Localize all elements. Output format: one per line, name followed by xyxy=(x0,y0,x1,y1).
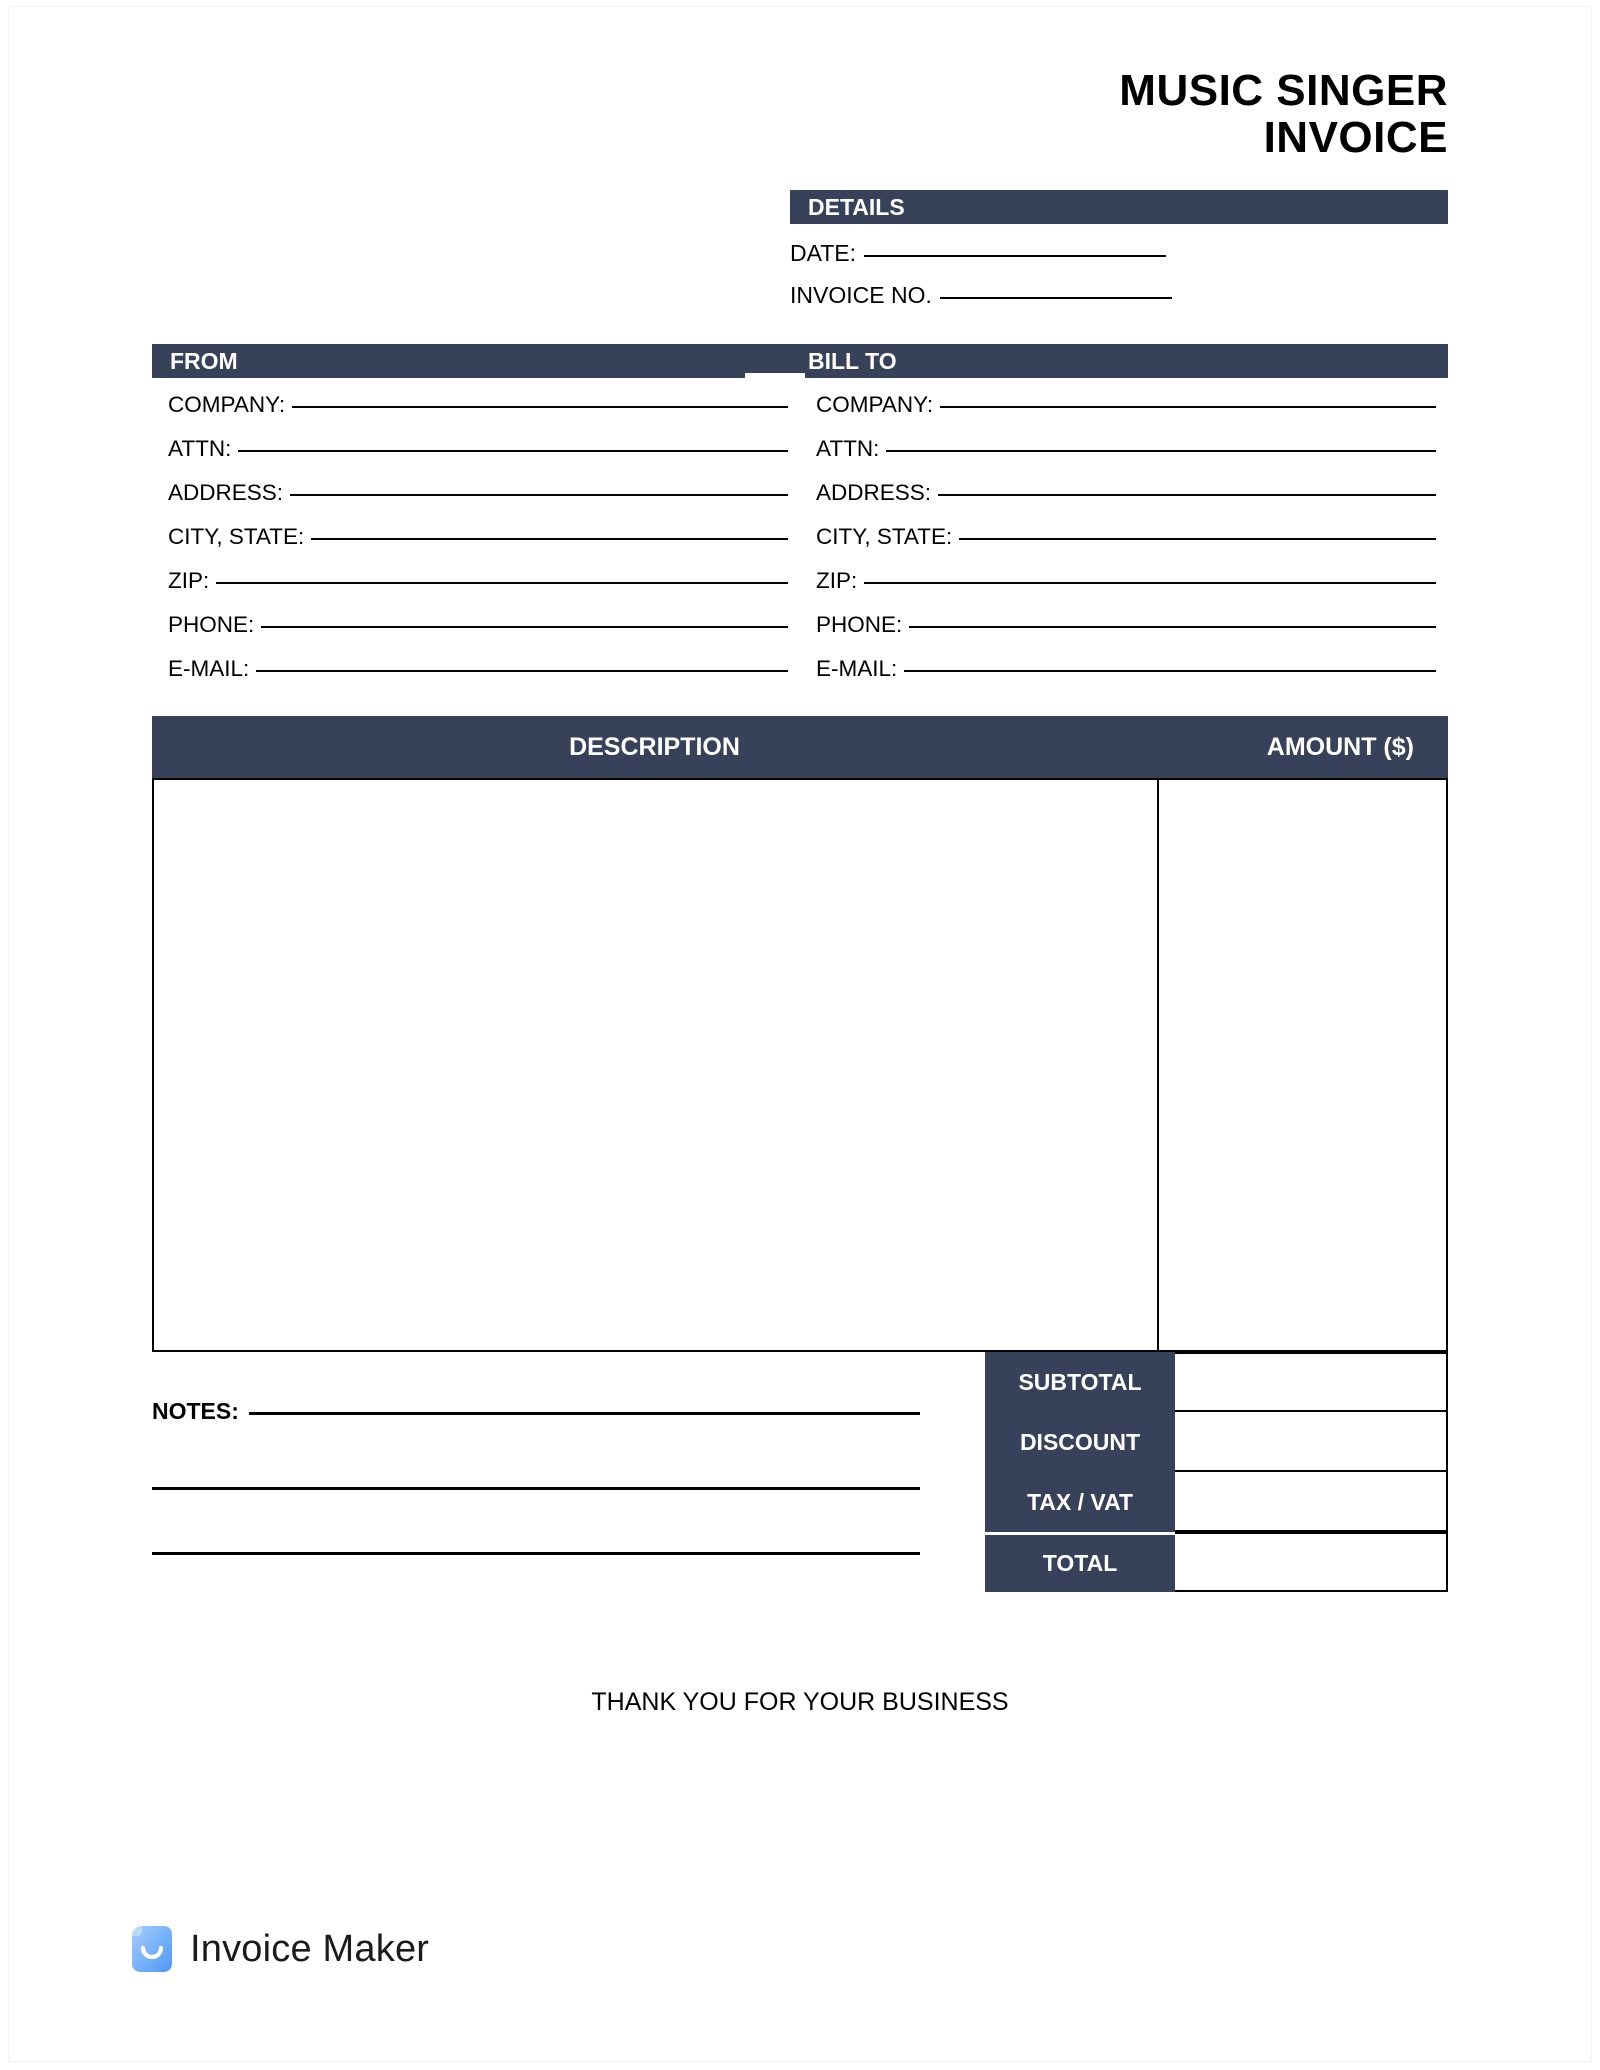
bill-to-attn-label: ATTN: xyxy=(816,436,880,461)
from-header: FROM xyxy=(152,344,790,378)
from-address-row: ADDRESS: xyxy=(168,480,788,524)
bill-to-address-label: ADDRESS: xyxy=(816,480,932,505)
subtotal-row: SUBTOTAL xyxy=(985,1352,1448,1412)
items-table-header: DESCRIPTION AMOUNT ($) xyxy=(152,716,1448,778)
subtotal-value[interactable] xyxy=(1175,1352,1448,1412)
notes-input-line-3[interactable] xyxy=(152,1552,920,1555)
bill-to-phone-input[interactable] xyxy=(909,626,1436,628)
notes-input-line-1[interactable] xyxy=(248,1412,920,1415)
title-line-1: MUSIC SINGER xyxy=(1119,66,1448,115)
items-table-body[interactable] xyxy=(152,778,1448,1352)
from-city-state-row: CITY, STATE: xyxy=(168,524,788,568)
bill-to-zip-row: ZIP: xyxy=(816,568,1436,612)
from-phone-input[interactable] xyxy=(261,626,788,628)
bill-to-city-state-row: CITY, STATE: xyxy=(816,524,1436,568)
bill-to-header: BILL TO xyxy=(790,344,1448,378)
date-label: DATE: xyxy=(790,240,857,266)
from-fields: COMPANY: ATTN: ADDRESS: CITY, STATE: ZIP… xyxy=(168,392,788,700)
invoice-no-field-row: INVOICE NO. xyxy=(790,282,1172,309)
bill-to-email-input[interactable] xyxy=(904,670,1436,672)
tax-vat-value[interactable] xyxy=(1175,1472,1448,1532)
tax-vat-label: TAX / VAT xyxy=(985,1472,1175,1532)
items-column-divider xyxy=(1157,780,1159,1350)
brand-footer: Invoice Maker xyxy=(130,1925,429,1973)
bill-to-email-label: E-MAIL: xyxy=(816,656,898,681)
from-company-input[interactable] xyxy=(292,406,788,408)
from-email-row: E-MAIL: xyxy=(168,656,788,700)
bill-to-city-state-label: CITY, STATE: xyxy=(816,524,953,549)
total-label: TOTAL xyxy=(985,1532,1175,1592)
bill-to-email-row: E-MAIL: xyxy=(816,656,1436,700)
bill-to-attn-input[interactable] xyxy=(886,450,1436,452)
from-zip-row: ZIP: xyxy=(168,568,788,612)
bill-to-zip-label: ZIP: xyxy=(816,568,858,593)
from-address-input[interactable] xyxy=(290,494,788,496)
from-header-label: FROM xyxy=(170,347,238,374)
from-attn-input[interactable] xyxy=(238,450,788,452)
notes-input-line-2[interactable] xyxy=(152,1487,920,1490)
from-email-input[interactable] xyxy=(256,670,788,672)
totals-table: SUBTOTAL DISCOUNT TAX / VAT TOTAL xyxy=(985,1352,1448,1592)
details-header-label: DETAILS xyxy=(808,193,905,220)
from-attn-label: ATTN: xyxy=(168,436,232,461)
bill-to-zip-input[interactable] xyxy=(864,582,1436,584)
bill-to-company-input[interactable] xyxy=(940,406,1436,408)
title-line-2: INVOICE xyxy=(1263,112,1448,162)
from-zip-label: ZIP: xyxy=(168,568,210,593)
bill-to-phone-label: PHONE: xyxy=(816,612,903,637)
from-city-state-input[interactable] xyxy=(311,538,788,540)
page-title: MUSIC SINGER INVOICE xyxy=(548,66,1448,162)
thank-you-message: THANK YOU FOR YOUR BUSINESS xyxy=(591,1688,1009,1716)
total-value[interactable] xyxy=(1175,1532,1448,1592)
bill-to-company-row: COMPANY: xyxy=(816,392,1436,436)
notes-header-row: NOTES: xyxy=(152,1398,920,1425)
from-email-label: E-MAIL: xyxy=(168,656,250,681)
header-bar-notch xyxy=(745,373,805,380)
brand-name: Invoice Maker xyxy=(190,1927,430,1970)
bill-to-city-state-input[interactable] xyxy=(959,538,1436,540)
bill-to-phone-row: PHONE: xyxy=(816,612,1436,656)
bill-to-address-row: ADDRESS: xyxy=(816,480,1436,524)
from-company-row: COMPANY: xyxy=(168,392,788,436)
from-phone-row: PHONE: xyxy=(168,612,788,656)
bill-to-header-label: BILL TO xyxy=(808,347,897,374)
from-zip-input[interactable] xyxy=(216,582,788,584)
from-phone-label: PHONE: xyxy=(168,612,255,637)
bill-to-company-label: COMPANY: xyxy=(816,392,934,417)
discount-row: DISCOUNT xyxy=(985,1412,1448,1472)
notes-label: NOTES: xyxy=(152,1398,239,1424)
total-row: TOTAL xyxy=(985,1532,1448,1592)
tax-vat-row: TAX / VAT xyxy=(985,1472,1448,1532)
discount-value[interactable] xyxy=(1175,1412,1448,1472)
invoice-no-input[interactable] xyxy=(939,297,1172,299)
from-company-label: COMPANY: xyxy=(168,392,286,417)
date-field-row: DATE: xyxy=(790,240,1167,267)
details-section-header: DETAILS xyxy=(790,190,1448,224)
column-header-description: DESCRIPTION xyxy=(569,732,740,761)
bill-to-fields: COMPANY: ATTN: ADDRESS: CITY, STATE: ZIP… xyxy=(816,392,1436,700)
discount-label: DISCOUNT xyxy=(985,1412,1175,1472)
subtotal-label: SUBTOTAL xyxy=(985,1352,1175,1412)
bill-to-attn-row: ATTN: xyxy=(816,436,1436,480)
invoice-maker-document-smile-icon xyxy=(130,1925,174,1973)
from-attn-row: ATTN: xyxy=(168,436,788,480)
bill-to-address-input[interactable] xyxy=(938,494,1436,496)
from-city-state-label: CITY, STATE: xyxy=(168,524,305,549)
from-address-label: ADDRESS: xyxy=(168,480,284,505)
column-header-amount: AMOUNT ($) xyxy=(1266,732,1414,761)
invoice-page: MUSIC SINGER INVOICE DETAILS DATE: INVOI… xyxy=(0,0,1600,2070)
notes-section: NOTES: xyxy=(152,1398,920,1555)
invoice-no-label: INVOICE NO. xyxy=(790,282,932,308)
date-input[interactable] xyxy=(864,255,1167,257)
